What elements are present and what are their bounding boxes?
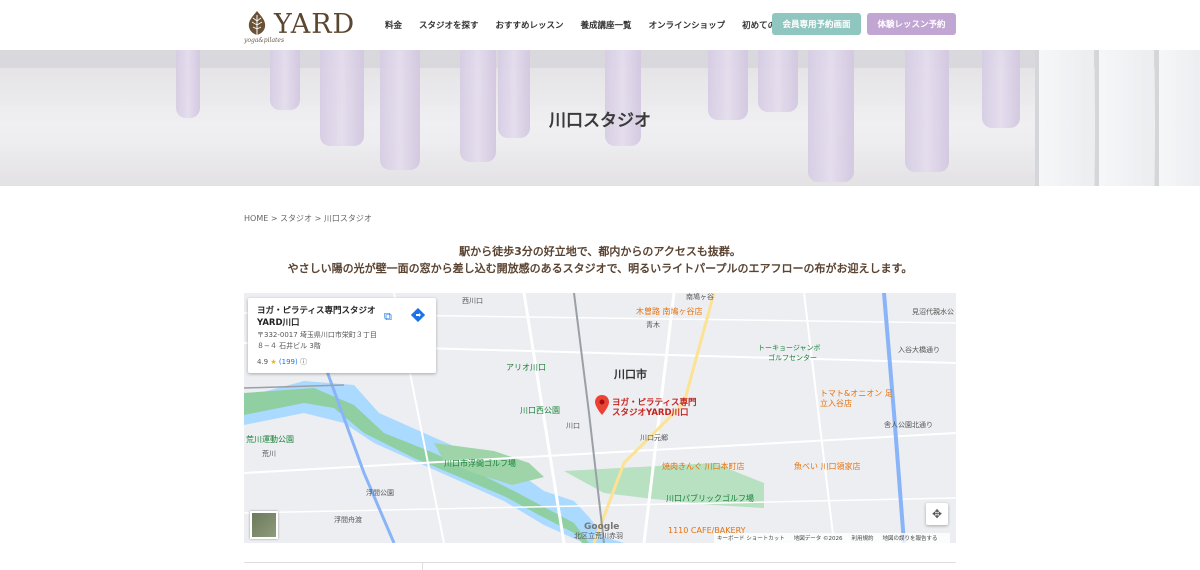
map-poi[interactable]: 木曽路 南鳩ヶ谷店 bbox=[636, 306, 703, 317]
map-label: 荒川 bbox=[262, 450, 276, 458]
rating-value: 4.9 bbox=[257, 358, 269, 366]
open-in-maps-icon[interactable]: ⧉ bbox=[384, 310, 392, 324]
map-city-label: 川口市 bbox=[614, 368, 647, 381]
logo-wordmark: YARD bbox=[274, 9, 356, 40]
member-booking-button[interactable]: 会員専用予約画面 bbox=[772, 13, 861, 35]
site-header: YARD yoga&pilates 料金 スタジオを探す おすすめレッスン 養成… bbox=[0, 0, 1200, 50]
map-poi: ゴルフセンター bbox=[768, 354, 817, 362]
map-label: 西川口 bbox=[462, 297, 483, 305]
satellite-toggle[interactable] bbox=[250, 511, 278, 539]
terms-link[interactable]: 利用規約 bbox=[852, 534, 874, 542]
google-logo: Google bbox=[584, 522, 620, 532]
map-poi[interactable]: 川口西公園 bbox=[520, 405, 560, 416]
map-label: 舎人公園北通り bbox=[884, 421, 933, 429]
trial-lesson-button[interactable]: 体験レッスン予約 bbox=[867, 13, 956, 35]
nav-training-courses[interactable]: 養成講座一覧 bbox=[581, 19, 632, 31]
place-rating: 4.9 ★ (199) ⓘ bbox=[257, 357, 307, 367]
google-map[interactable]: 川口市 西川口 南鳩ヶ谷 青木 見沼代親水公 入谷大橋通り アリオ川口 トーキョ… bbox=[244, 293, 956, 543]
yard-logo[interactable]: YARD yoga&pilates bbox=[244, 9, 356, 44]
keyboard-shortcuts-link[interactable]: キーボード ショートカット bbox=[717, 534, 785, 542]
map-poi[interactable]: アリオ川口 bbox=[506, 362, 546, 373]
camera-control-icon[interactable]: ✥ bbox=[926, 503, 948, 525]
map-label: 川口 bbox=[566, 422, 580, 430]
map-poi[interactable]: 川口パブリックゴルフ場 bbox=[666, 493, 754, 504]
review-count[interactable]: (199) bbox=[279, 358, 298, 366]
map-poi[interactable]: 川口市浮間ゴルフ場 bbox=[444, 458, 516, 469]
star-icon: ★ bbox=[270, 358, 277, 366]
place-address: 〒332-0017 埼玉県川口市栄町３丁目８−４ 石井ビル 3階 bbox=[257, 331, 377, 350]
intro-line-1: 駅から徒歩3分の好立地で、都内からのアクセスも抜群。 bbox=[459, 245, 741, 258]
map-poi[interactable]: トマト&オニオン 足立入谷店 bbox=[820, 389, 900, 409]
map-poi[interactable]: 魚べい 川口領家店 bbox=[794, 461, 861, 472]
map-label: 浮間舟渡 bbox=[334, 516, 362, 524]
report-error-link[interactable]: 地図の誤りを報告する bbox=[883, 534, 938, 542]
pin-label[interactable]: ヨガ・ピラティス専門 スタジオYARD川口 bbox=[612, 398, 697, 418]
page-title: 川口スタジオ bbox=[549, 111, 651, 131]
hero-banner: 川口スタジオ bbox=[0, 50, 1200, 186]
nav-online-shop[interactable]: オンラインショップ bbox=[649, 19, 726, 31]
pin-label-line-2: スタジオYARD川口 bbox=[612, 408, 689, 418]
map-label: 浮間公園 bbox=[366, 489, 394, 497]
map-label: 入谷大橋通り bbox=[898, 346, 940, 354]
intro-line-2: やさしい陽の光が壁一面の窓から差し込む開放感のあるスタジオで、明るいライトパープ… bbox=[287, 262, 913, 275]
map-label: 川口元郷 bbox=[640, 434, 668, 442]
breadcrumb: HOME > スタジオ > 川口スタジオ bbox=[244, 214, 372, 223]
map-attribution: キーボード ショートカット 地図データ ©2026 利用規約 地図の誤りを報告す… bbox=[714, 533, 950, 543]
map-data-text: 地図データ ©2026 bbox=[793, 536, 843, 542]
map-poi[interactable]: トーキョージャンボ bbox=[758, 343, 821, 353]
map-label: 見沼代親水公 bbox=[912, 308, 954, 316]
nav-recommended-lessons[interactable]: おすすめレッスン bbox=[496, 19, 564, 31]
map-poi[interactable]: 荒川運動公園 bbox=[246, 434, 294, 445]
nav-price[interactable]: 料金 bbox=[385, 19, 402, 31]
map-label: 南鳩ヶ谷 bbox=[686, 293, 714, 301]
main-nav: 料金 スタジオを探す おすすめレッスン 養成講座一覧 オンラインショップ 初めて… bbox=[385, 0, 810, 50]
nav-find-studio[interactable]: スタジオを探す bbox=[419, 19, 479, 31]
pin-label-line-1: ヨガ・ピラティス専門 bbox=[612, 398, 697, 408]
map-label: 青木 bbox=[646, 321, 660, 329]
leaf-logo-icon bbox=[248, 11, 266, 37]
place-name[interactable]: ヨガ・ピラティス専門スタジオYARD川口 bbox=[257, 305, 377, 329]
map-poi[interactable]: 焼肉きんぐ 川口本町店 bbox=[662, 461, 745, 472]
directions-icon[interactable] bbox=[411, 308, 425, 322]
location-pin-icon[interactable] bbox=[595, 395, 609, 415]
studio-intro: 駅から徒歩3分の好立地で、都内からのアクセスも抜群。 やさしい陽の光が壁一面の窓… bbox=[0, 243, 1200, 277]
map-label: 北区立荒川赤羽 bbox=[574, 532, 623, 540]
info-icon[interactable]: ⓘ bbox=[300, 358, 307, 366]
logo-subtitle: yoga&pilates bbox=[244, 37, 285, 44]
place-info-card: ヨガ・ピラティス専門スタジオYARD川口 〒332-0017 埼玉県川口市栄町３… bbox=[248, 298, 436, 373]
